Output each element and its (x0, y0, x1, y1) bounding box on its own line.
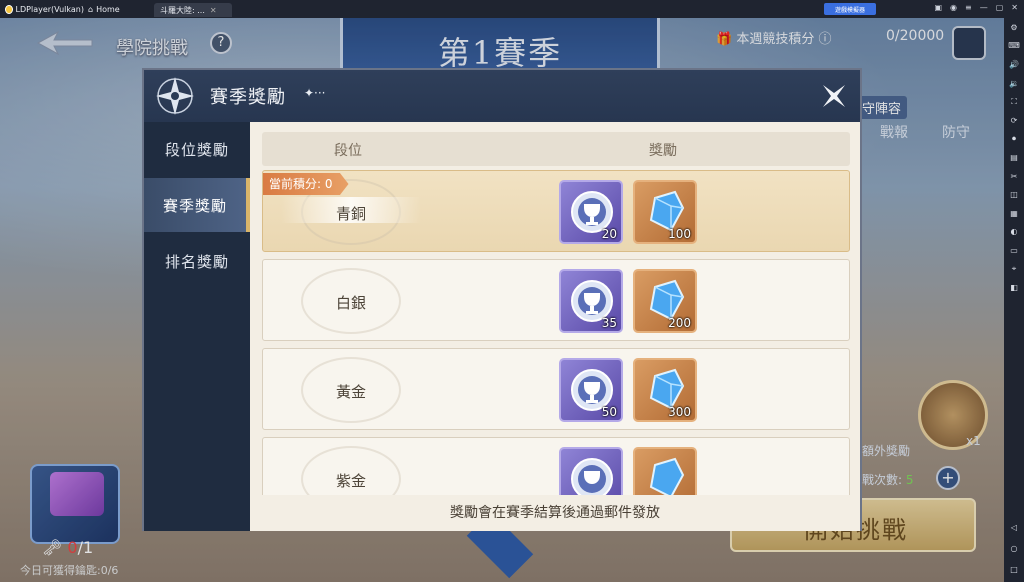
home-tab[interactable]: ⌂ Home (84, 5, 154, 14)
compass-star-icon (156, 77, 194, 115)
volume-down-icon[interactable]: 🔉 (1004, 74, 1024, 93)
blue-crystal-icon[interactable] (633, 447, 697, 495)
tab-season-rewards[interactable]: 賽季獎勵 (144, 178, 250, 232)
shake-icon[interactable]: ◧ (1004, 278, 1024, 297)
reward-table-header: 段位 獎勵 (262, 132, 850, 166)
dialog-sidebar: 段位獎勵 賽季獎勵 排名獎勵 (144, 122, 250, 531)
reward-row-purple-gold: 紫金 (262, 437, 850, 495)
record-icon[interactable]: ⏺ (1004, 130, 1024, 149)
volume-up-icon[interactable]: 🔊 (1004, 55, 1024, 74)
column-tier: 段位 (334, 143, 362, 159)
home-nav-icon[interactable]: ○ (1011, 544, 1018, 553)
emulator-titlebar: LDPlayer(Vulkan) ⌂ Home 斗羅大陸: ... ✕ 遊戲模擬器 … (0, 0, 1024, 18)
trophy-medal-icon[interactable]: 35 (559, 269, 623, 333)
reward-row-silver: 白銀 35 200 (262, 259, 850, 341)
screenshot-icon[interactable]: ◫ (1004, 185, 1024, 204)
keyboard-icon[interactable]: ⌨ (1004, 37, 1024, 56)
tier-name: 青銅 (335, 205, 366, 223)
settings-icon[interactable]: ⚙ (1004, 18, 1024, 37)
android-nav: ◁ ○ □ (1010, 523, 1018, 574)
trophy-medal-icon[interactable]: 20 (559, 180, 623, 244)
tab-tier-rewards[interactable]: 段位獎勵 (144, 122, 250, 176)
account-icon[interactable]: ◉ (950, 3, 957, 12)
game-tab-label: 斗羅大陸: ... (160, 5, 205, 15)
trophy-medal-icon[interactable]: 50 (559, 358, 623, 422)
folder-icon[interactable]: ▭ (1004, 241, 1024, 260)
emulator-badge[interactable]: 遊戲模擬器 (824, 3, 876, 15)
home-icon: ⌂ (88, 4, 94, 14)
reward-content: 段位 獎勵 當前積分: 0 青銅 20 100 白銀 35 200 黃金 50 … (250, 122, 860, 531)
blue-crystal-icon[interactable]: 300 (633, 358, 697, 422)
app-name: LDPlayer(Vulkan) (15, 4, 84, 14)
recents-nav-icon[interactable]: □ (1010, 565, 1018, 574)
reward-row-bronze: 當前積分: 0 青銅 20 100 (262, 170, 850, 252)
window-controls: ▣ ◉ ≡ — ▢ ✕ (934, 3, 1018, 12)
trophy-medal-icon[interactable] (559, 447, 623, 495)
reward-list[interactable]: 當前積分: 0 青銅 20 100 白銀 35 200 黃金 50 300 紫金 (262, 170, 850, 495)
sync-icon[interactable]: ⟳ (1004, 111, 1024, 130)
gamepad-icon[interactable]: ▣ (934, 3, 942, 12)
restore-icon[interactable]: ▢ (996, 3, 1004, 12)
dialog-header: 賽季獎勵 ✦··· (144, 70, 860, 122)
game-tab[interactable]: 斗羅大陸: ... ✕ (154, 3, 232, 17)
tier-name: 黃金 (335, 383, 366, 401)
ldplayer-logo-icon (5, 4, 13, 14)
back-nav-icon[interactable]: ◁ (1011, 523, 1017, 532)
close-window-icon[interactable]: ✕ (1011, 3, 1018, 12)
toggle-icon[interactable]: ◐ (1004, 223, 1024, 242)
close-icon[interactable] (820, 82, 848, 110)
medal-qty: 35 (601, 316, 617, 330)
home-label: Home (96, 4, 120, 14)
menu-icon[interactable]: ≡ (965, 3, 972, 12)
dialog-title: 賽季獎勵 (210, 87, 286, 108)
location-icon[interactable]: ⌖ (1004, 260, 1024, 279)
apk-icon[interactable]: ▤ (1004, 148, 1024, 167)
tier-name: 白銀 (335, 294, 366, 312)
gem-qty: 200 (668, 316, 691, 330)
tab-close-icon[interactable]: ✕ (210, 6, 217, 15)
blue-crystal-icon[interactable]: 200 (633, 269, 697, 333)
column-reward: 獎勵 (649, 143, 677, 159)
media-icon[interactable]: ▦ (1004, 204, 1024, 223)
gem-qty: 100 (668, 227, 691, 241)
reward-footer-note: 獎勵會在賽季結算後通過郵件發放 (450, 505, 660, 521)
tab-ranking-rewards[interactable]: 排名獎勵 (144, 234, 250, 288)
scissors-icon[interactable]: ✂ (1004, 167, 1024, 186)
current-score-badge: 當前積分: 0 (263, 173, 349, 195)
sparkle-icon: ✦··· (304, 86, 326, 100)
medal-qty: 20 (601, 227, 617, 241)
reward-row-gold: 黃金 50 300 (262, 348, 850, 430)
blue-crystal-icon[interactable]: 100 (633, 180, 697, 244)
medal-qty: 50 (601, 405, 617, 419)
gem-qty: 300 (668, 405, 691, 419)
season-reward-dialog: 賽季獎勵 ✦··· 段位獎勵 賽季獎勵 排名獎勵 段位 獎勵 當前積分: 0 青… (142, 68, 862, 531)
emulator-sidebar: ⚙ ⌨ 🔊 🔉 ⛶ ⟳ ⏺ ▤ ✂ ◫ ▦ ◐ ▭ ⌖ ◧ ◁ ○ □ (1004, 18, 1024, 582)
fullscreen-icon[interactable]: ⛶ (1004, 92, 1024, 111)
ldplayer-logo: LDPlayer(Vulkan) (0, 4, 84, 14)
tier-name: 紫金 (335, 472, 366, 490)
minimize-icon[interactable]: — (980, 3, 988, 12)
